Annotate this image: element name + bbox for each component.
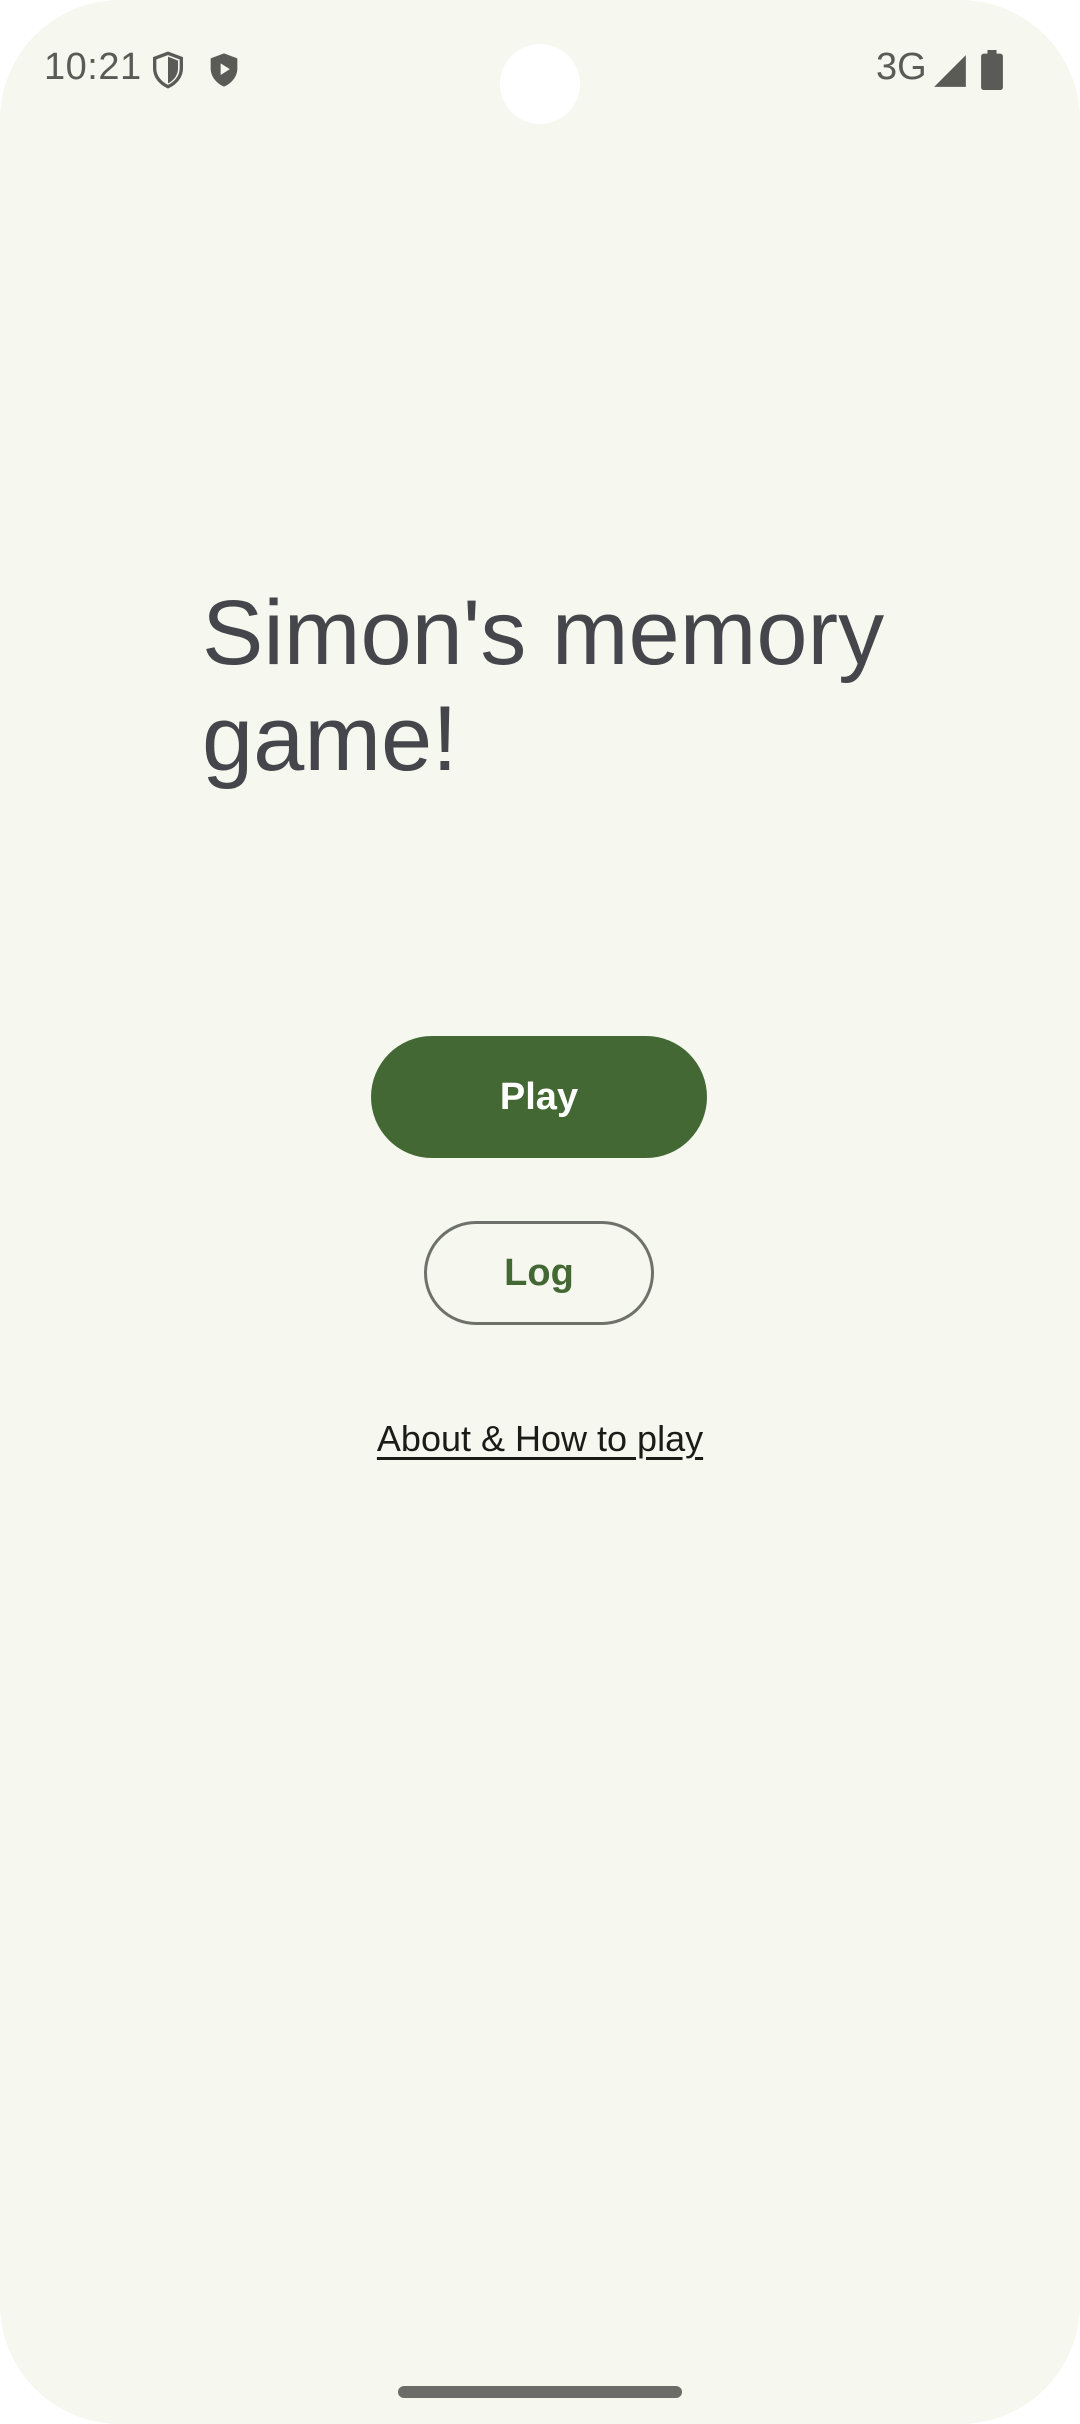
signal-icon	[930, 52, 970, 92]
app-screen: 10:21 3G Simon's memory game! Play Log A…	[0, 0, 1080, 2424]
status-time: 10:21	[44, 46, 142, 88]
status-bar: 10:21 3G	[0, 0, 1080, 140]
shield-outline-icon	[148, 50, 188, 90]
log-button[interactable]: Log	[424, 1221, 654, 1325]
battery-icon	[978, 50, 1018, 90]
play-shield-icon	[204, 50, 244, 90]
camera-cutout	[500, 44, 580, 124]
network-type: 3G	[876, 46, 927, 88]
play-button[interactable]: Play	[371, 1036, 707, 1158]
about-how-to-play-link[interactable]: About & How to play	[300, 1418, 780, 1460]
home-indicator[interactable]	[398, 2386, 682, 2398]
page-title: Simon's memory game!	[202, 582, 885, 790]
